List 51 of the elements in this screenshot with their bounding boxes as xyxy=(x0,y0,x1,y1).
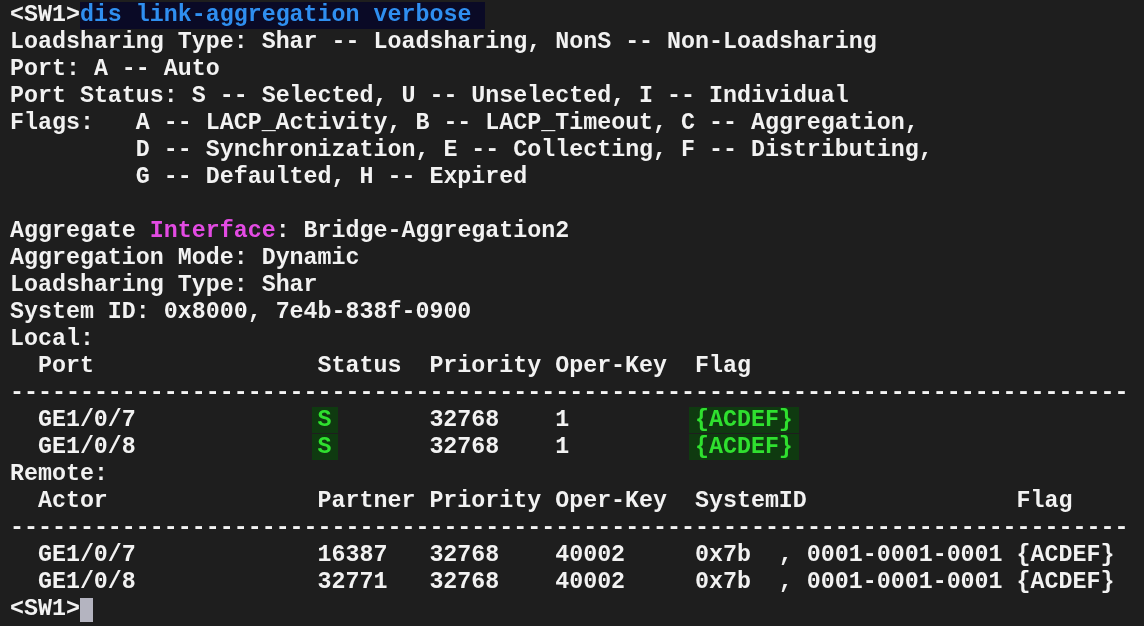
output-line: Loadsharing Type: Shar xyxy=(10,272,318,299)
table-cell: 1 xyxy=(555,434,570,460)
table-cell: 32771 xyxy=(317,569,388,595)
output-line: Flags: xyxy=(10,110,95,137)
output-line: Port Status: S -- Selected, U -- Unselected, I -- Individual xyxy=(10,83,849,110)
output-line: Aggregation Mode: Dynamic xyxy=(10,245,360,272)
column-header: Oper-Key xyxy=(555,488,668,514)
table-cell: GE1/0/8 xyxy=(37,434,136,460)
table-cell: 0x7b , 0001-0001-0001 xyxy=(695,569,1003,595)
column-header: Priority xyxy=(429,353,542,379)
column-header: Priority xyxy=(429,488,542,514)
table-cell: 40002 xyxy=(555,569,626,595)
column-header: Flag xyxy=(1016,488,1073,514)
output-line: A -- LACP_Activity, B -- LACP_Timeout, C -- Aggregation, xyxy=(135,110,919,137)
column-header: Partner xyxy=(317,488,416,514)
status-highlight: S xyxy=(311,434,338,460)
table-cell: 0x7b , 0001-0001-0001 xyxy=(695,542,1003,568)
output-line: Loadsharing Type: Shar -- Loadsharing, NonS -- Non-Loadsharing xyxy=(10,29,877,56)
output-line: G -- Defaulted, H -- Expired xyxy=(135,164,528,191)
prompt: <SW1> xyxy=(10,2,80,29)
section-label: Remote: xyxy=(10,461,108,488)
column-header: Port xyxy=(37,353,94,379)
output-line: Aggregate Interface: Bridge-Aggregation2 xyxy=(10,218,570,245)
column-header: Oper-Key xyxy=(555,353,668,379)
separator-line: -------------------------------------------------------------------------------- xyxy=(10,515,1129,542)
table-cell: 32768 xyxy=(429,434,500,460)
table-cell: 40002 xyxy=(555,542,626,568)
output-line: D -- Synchronization, E -- Collecting, F -- Distributing, xyxy=(135,137,933,164)
table-cell: 32768 xyxy=(429,407,500,433)
table-cell: 32768 xyxy=(429,569,500,595)
table-cell: 16387 xyxy=(317,542,388,568)
separator-line: -------------------------------------------------------------------------------- xyxy=(10,380,1129,407)
table-cell: 1 xyxy=(555,407,570,433)
column-header: Actor xyxy=(37,488,108,514)
table-cell: {ACDEF} xyxy=(1016,569,1115,595)
command-text: dis link-aggregation verbose xyxy=(79,2,486,29)
status-highlight: {ACDEF} xyxy=(689,434,799,460)
table-cell: GE1/0/7 xyxy=(37,542,136,568)
table-cell: GE1/0/7 xyxy=(37,407,136,433)
status-highlight: S xyxy=(311,407,338,433)
output-line: System ID: 0x8000, 7e4b-838f-0900 xyxy=(10,299,472,326)
status-highlight: {ACDEF} xyxy=(689,407,799,433)
table-cell: {ACDEF} xyxy=(1016,542,1115,568)
section-label: Local: xyxy=(10,326,94,353)
table-cell: 32768 xyxy=(429,542,500,568)
column-header: SystemID xyxy=(695,488,807,514)
column-header: Status xyxy=(317,353,402,379)
column-header: Flag xyxy=(695,353,751,379)
output-line: Port: A -- Auto xyxy=(10,56,220,83)
table-cell: GE1/0/8 xyxy=(37,569,136,595)
prompt: <SW1> xyxy=(10,596,80,623)
